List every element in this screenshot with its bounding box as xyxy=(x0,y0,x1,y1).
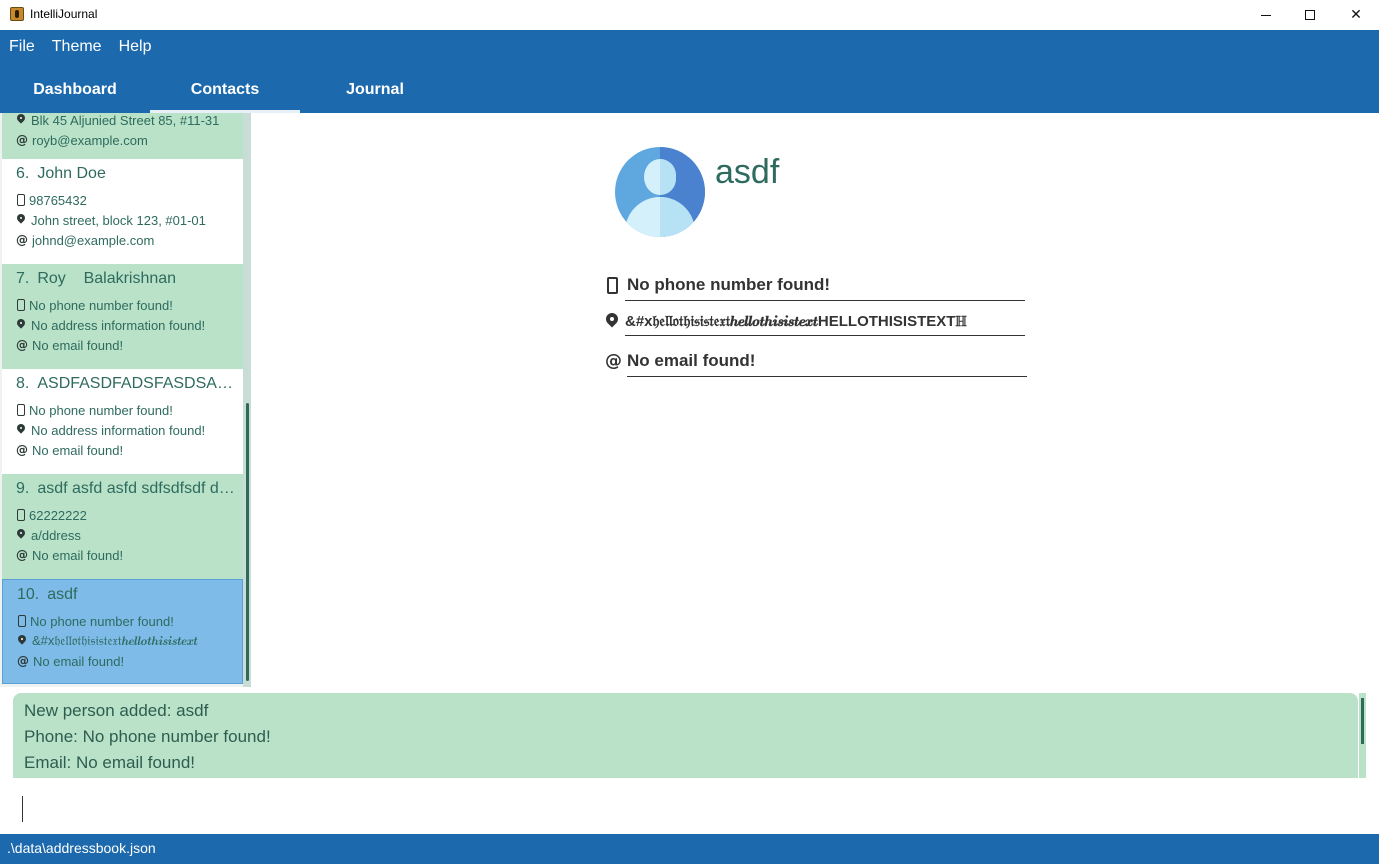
phone-icon xyxy=(17,194,25,206)
window-title: IntelliJournal xyxy=(30,7,98,21)
result-scrollbar-thumb[interactable] xyxy=(1361,698,1364,744)
contact-card-selected[interactable]: 10. asdf No phone number found! &#x𝔥𝔢𝔩𝔩𝔬𝔱… xyxy=(2,579,243,684)
detail-address-row: &#x𝔥𝔢𝔩𝔩𝔬𝔱𝔥𝔦𝔰𝔦𝔰𝔱𝔢𝔵𝔱𝒉𝒆𝒍𝒍𝒐𝒕𝒉𝒊𝒔𝒊𝒔𝒕𝒆𝒙𝒕HELLOTH… xyxy=(605,313,1025,336)
result-line: New person added: asdf xyxy=(24,701,209,720)
detail-phone-row: No phone number found! xyxy=(605,275,1025,301)
email-icon: @ xyxy=(16,548,28,562)
contact-email-row: @ johnd@example.com xyxy=(16,232,155,248)
result-line: Phone: No phone number found! xyxy=(24,727,271,746)
contact-card[interactable]: 9. asdf asfd asfd sdfsdfsdf dsfsdf 622222… xyxy=(2,474,243,579)
contact-phone-row: No phone number found! xyxy=(17,611,242,631)
contact-email-row: @ royb@example.com xyxy=(16,132,148,148)
contact-address-row: a/ddress xyxy=(16,525,243,545)
contact-name: 6. John Doe xyxy=(16,165,106,182)
contact-phone-row: 62222222 xyxy=(16,505,243,525)
contact-card[interactable]: 7. Roy Balakrishnan No phone number found… xyxy=(2,264,243,369)
location-icon xyxy=(605,313,619,330)
text-caret xyxy=(22,796,23,822)
divider xyxy=(627,376,1027,377)
app-icon xyxy=(10,7,24,21)
email-icon: @ xyxy=(16,233,28,247)
phone-icon xyxy=(607,276,618,294)
contact-email-row: @ No email found! xyxy=(16,337,124,353)
detail-email-row: @ No email found! xyxy=(605,351,1027,377)
divider xyxy=(625,335,1025,336)
tab-bar: Dashboard Contacts Journal xyxy=(0,66,450,113)
divider xyxy=(625,300,1025,301)
result-line: Email: No email found! xyxy=(24,753,196,772)
email-icon: @ xyxy=(17,654,29,668)
maximize-icon xyxy=(1305,10,1315,20)
contact-detail-panel: asdf No phone number found! &#x𝔥𝔢𝔩𝔩𝔬𝔱𝔥𝔦𝔰… xyxy=(251,113,1379,687)
contact-email-row: @ No email found! xyxy=(17,653,125,669)
menu-help[interactable]: Help xyxy=(110,30,160,64)
save-location: .\data\addressbook.json xyxy=(7,840,156,856)
command-input[interactable] xyxy=(0,778,1379,834)
email-icon: @ xyxy=(16,133,28,147)
email-icon: @ xyxy=(16,338,28,352)
phone-icon xyxy=(18,615,26,627)
app-header: File Theme Help Dashboard Contacts Journ… xyxy=(0,30,1379,113)
location-icon xyxy=(16,319,26,331)
contact-address-row: Blk 45 Aljunied Street 85, #11-31 xyxy=(16,113,243,130)
status-bar: .\data\addressbook.json xyxy=(0,834,1379,864)
phone-icon xyxy=(17,404,25,416)
result-display: New person added: asdf Phone: No phone n… xyxy=(13,693,1358,778)
contact-card[interactable]: 6. John Doe 98765432 John street, block 1… xyxy=(2,159,243,264)
contact-name: 10. asdf xyxy=(17,586,78,603)
tab-dashboard[interactable]: Dashboard xyxy=(0,66,150,113)
contact-name: 7. Roy Balakrishnan xyxy=(16,270,177,287)
contact-card[interactable]: Blk 45 Aljunied Street 85, #11-31 @ royb@… xyxy=(2,113,243,164)
maximize-button[interactable] xyxy=(1287,0,1333,30)
list-scrollbar-thumb[interactable] xyxy=(246,403,249,681)
tab-journal[interactable]: Journal xyxy=(300,66,450,113)
title-bar: IntelliJournal ✕ xyxy=(0,0,1379,30)
minimize-button[interactable] xyxy=(1243,0,1289,30)
email-icon: @ xyxy=(605,351,622,371)
menu-bar: File Theme Help xyxy=(0,30,159,64)
tab-contacts[interactable]: Contacts xyxy=(150,66,300,113)
location-icon xyxy=(16,214,26,226)
email-icon: @ xyxy=(16,443,28,457)
phone-icon xyxy=(17,299,25,311)
contact-name: 8.ASDFASDFADSFASDSASDFASDF xyxy=(16,375,238,392)
detail-phone: No phone number found! xyxy=(627,275,831,294)
contact-card[interactable]: 8.ASDFASDFADSFASDSASDFASDF No phone numb… xyxy=(2,369,243,474)
minimize-icon xyxy=(1261,14,1271,16)
contact-address-row: No address information found! xyxy=(16,420,243,440)
contact-email-row: @ No email found! xyxy=(16,442,124,458)
close-icon: ✕ xyxy=(1350,7,1362,23)
avatar xyxy=(615,147,705,237)
contact-address-row: John street, block 123, #01-01 xyxy=(16,210,243,230)
detail-email: No email found! xyxy=(627,351,756,370)
location-icon xyxy=(16,424,26,436)
close-button[interactable]: ✕ xyxy=(1333,0,1379,30)
contact-list[interactable]: Blk 45 Aljunied Street 85, #11-31 @ royb@… xyxy=(0,113,251,687)
contact-phone-row: No phone number found! xyxy=(16,400,243,420)
location-icon xyxy=(16,529,26,541)
contact-phone-row: No phone number found! xyxy=(16,295,243,315)
detail-address: &#x𝔥𝔢𝔩𝔩𝔬𝔱𝔥𝔦𝔰𝔦𝔰𝔱𝔢𝔵𝔱𝒉𝒆𝒍𝒍𝒐𝒕𝒉𝒊𝒔𝒊𝒔𝒕𝒆𝒙𝒕HELLOTH… xyxy=(625,313,967,330)
contact-name: 9. asdf asfd asfd sdfsdfsdf dsfsdf xyxy=(16,480,238,497)
menu-theme[interactable]: Theme xyxy=(43,30,110,64)
location-icon xyxy=(16,114,26,126)
detail-name: asdf xyxy=(715,153,780,191)
contact-email-row: @ No email found! xyxy=(16,547,124,563)
contact-address-row: No address information found! xyxy=(16,315,243,335)
contact-phone-row: 98765432 xyxy=(16,190,243,210)
menu-file[interactable]: File xyxy=(0,30,43,64)
location-icon xyxy=(17,635,27,647)
contact-address-row: &#x𝔥𝔢𝔩𝔩𝔬𝔱𝔥𝔦𝔰𝔦𝔰𝔱𝔢𝔵𝔱𝒉𝒆𝒍𝒍𝒐𝒕𝒉𝒊𝒔𝒊𝒔𝒕𝒆𝒙𝒕 xyxy=(17,631,242,651)
phone-icon xyxy=(17,509,25,521)
